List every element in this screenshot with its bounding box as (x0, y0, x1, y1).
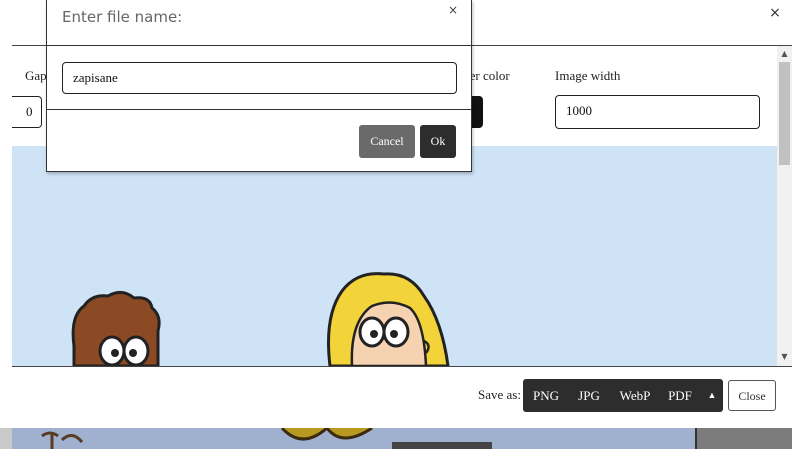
close-icon[interactable]: × (767, 5, 783, 23)
image-width-input[interactable]: 1000 (555, 95, 760, 129)
dialog-header-divider (46, 45, 472, 46)
gap-input[interactable]: 0 (12, 96, 42, 128)
background-characters-image (41, 428, 492, 449)
scroll-up-icon[interactable]: ▲ (777, 48, 792, 60)
scrollbar-thumb[interactable] (779, 62, 790, 165)
image-width-label: Image width (555, 68, 621, 83)
dialog-footer-divider (46, 109, 472, 110)
border-color-label: ler color (466, 68, 510, 83)
save-webp-button[interactable]: WebP (613, 379, 657, 412)
save-png-button[interactable]: PNG (526, 379, 566, 412)
save-pdf-button[interactable]: PDF (662, 379, 698, 412)
save-jpg-button[interactable]: JPG (570, 379, 608, 412)
close-button[interactable]: Close (728, 380, 776, 411)
cancel-button[interactable]: Cancel (359, 125, 415, 158)
background-comic-strip (0, 428, 792, 449)
save-format-toolbar: PNG JPG WebP PDF ▲ (523, 379, 723, 412)
background-dimmed-side (697, 428, 792, 449)
dialog-close-icon[interactable]: × (446, 3, 460, 19)
file-name-input[interactable]: zapisane (62, 62, 457, 94)
dialog-title: Enter file name: (62, 8, 183, 26)
comic-characters-image (71, 272, 450, 366)
comic-preview (12, 146, 777, 366)
scroll-down-icon[interactable]: ▼ (777, 351, 792, 363)
footer-divider (12, 366, 792, 367)
gap-label: Gap (25, 68, 47, 83)
background-comic-panel (12, 428, 698, 449)
save-as-label: Save as: (478, 387, 521, 402)
more-formats-icon[interactable]: ▲ (703, 379, 721, 412)
ok-button[interactable]: Ok (420, 125, 456, 158)
